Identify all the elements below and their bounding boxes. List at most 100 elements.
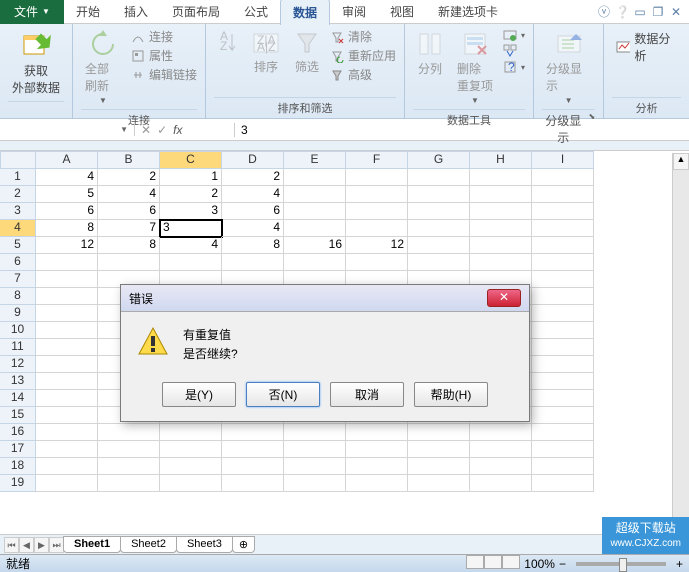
cell[interactable] bbox=[98, 424, 160, 441]
formula-input[interactable]: 3 bbox=[235, 121, 689, 139]
edit-links-item[interactable]: 编辑链接 bbox=[131, 66, 197, 83]
sheet-tab[interactable]: Sheet1 bbox=[63, 536, 121, 553]
cell[interactable] bbox=[36, 441, 98, 458]
cell[interactable] bbox=[470, 203, 532, 220]
cell[interactable] bbox=[408, 220, 470, 237]
cell[interactable] bbox=[470, 220, 532, 237]
get-external-data-button[interactable]: 获取 外部数据 bbox=[8, 28, 64, 98]
cell[interactable] bbox=[346, 254, 408, 271]
cell[interactable] bbox=[408, 475, 470, 492]
connections-item[interactable]: 连接 bbox=[131, 28, 197, 45]
column-header[interactable]: G bbox=[408, 151, 470, 169]
column-header[interactable]: E bbox=[284, 151, 346, 169]
cell[interactable] bbox=[408, 186, 470, 203]
cell[interactable] bbox=[346, 424, 408, 441]
zoom-slider[interactable] bbox=[576, 562, 666, 566]
sheet-tab[interactable]: Sheet3 bbox=[176, 536, 233, 553]
restore-icon[interactable]: ❐ bbox=[651, 5, 665, 19]
cell[interactable] bbox=[36, 339, 98, 356]
row-header[interactable]: 10 bbox=[0, 322, 36, 339]
cell[interactable] bbox=[346, 475, 408, 492]
cell[interactable] bbox=[532, 169, 594, 186]
cell[interactable] bbox=[36, 407, 98, 424]
cell[interactable] bbox=[470, 254, 532, 271]
cell[interactable] bbox=[532, 254, 594, 271]
cancel-icon[interactable]: ✕ bbox=[141, 123, 151, 137]
row-header[interactable]: 4 bbox=[0, 220, 36, 237]
cell[interactable]: 8 bbox=[36, 220, 98, 237]
no-button[interactable]: 否(N) bbox=[246, 382, 320, 407]
cell[interactable] bbox=[532, 390, 594, 407]
cell[interactable] bbox=[470, 475, 532, 492]
row-header[interactable]: 19 bbox=[0, 475, 36, 492]
cell[interactable] bbox=[532, 407, 594, 424]
zoom-in-button[interactable]: + bbox=[676, 557, 683, 571]
dialog-close-button[interactable]: ✕ bbox=[487, 289, 521, 307]
cell[interactable]: 16 bbox=[284, 237, 346, 254]
cell[interactable] bbox=[160, 424, 222, 441]
cell[interactable] bbox=[222, 475, 284, 492]
cell[interactable] bbox=[470, 441, 532, 458]
cell[interactable] bbox=[98, 254, 160, 271]
cell[interactable] bbox=[408, 203, 470, 220]
cell[interactable] bbox=[284, 254, 346, 271]
scroll-up-icon[interactable]: ▲ bbox=[673, 153, 689, 170]
cell[interactable] bbox=[160, 475, 222, 492]
cell[interactable] bbox=[346, 169, 408, 186]
row-header[interactable]: 2 bbox=[0, 186, 36, 203]
cell[interactable] bbox=[98, 475, 160, 492]
cell[interactable] bbox=[36, 288, 98, 305]
vertical-scrollbar[interactable]: ▲ bbox=[672, 153, 689, 534]
cell[interactable]: 2 bbox=[160, 186, 222, 203]
cell[interactable]: 8 bbox=[98, 237, 160, 254]
cell[interactable] bbox=[160, 441, 222, 458]
cell[interactable]: 12 bbox=[36, 237, 98, 254]
row-header[interactable]: 5 bbox=[0, 237, 36, 254]
cell[interactable] bbox=[222, 458, 284, 475]
cell[interactable] bbox=[532, 339, 594, 356]
cell[interactable] bbox=[470, 169, 532, 186]
ribbon-toggle-icon[interactable]: ⓥ bbox=[597, 3, 611, 20]
column-header[interactable]: B bbox=[98, 151, 160, 169]
cell[interactable] bbox=[36, 424, 98, 441]
cell[interactable] bbox=[408, 237, 470, 254]
cell[interactable] bbox=[532, 186, 594, 203]
cell[interactable] bbox=[36, 390, 98, 407]
cell[interactable] bbox=[532, 356, 594, 373]
accept-icon[interactable]: ✓ bbox=[157, 123, 167, 137]
cell[interactable]: 3 bbox=[160, 203, 222, 220]
tab-new[interactable]: 新建选项卡 bbox=[426, 0, 510, 24]
data-analysis-button[interactable]: 数据分析 bbox=[612, 28, 681, 66]
cell[interactable] bbox=[532, 220, 594, 237]
column-header[interactable]: C bbox=[160, 151, 222, 169]
cell[interactable] bbox=[284, 424, 346, 441]
cell[interactable]: 4 bbox=[98, 186, 160, 203]
column-header[interactable]: A bbox=[36, 151, 98, 169]
minimize-icon[interactable]: ▭ bbox=[633, 5, 647, 19]
chevron-down-icon[interactable]: ▼ bbox=[120, 125, 128, 134]
cell[interactable]: 4 bbox=[222, 186, 284, 203]
new-sheet-button[interactable]: ⊕ bbox=[232, 536, 255, 553]
cell[interactable]: 2 bbox=[98, 169, 160, 186]
sort-az-button[interactable]: AZ bbox=[214, 28, 242, 56]
row-header[interactable]: 8 bbox=[0, 288, 36, 305]
cell[interactable]: 5 bbox=[36, 186, 98, 203]
cell[interactable] bbox=[532, 288, 594, 305]
outline-button[interactable]: 分级显示▼ bbox=[542, 28, 595, 107]
row-header[interactable]: 11 bbox=[0, 339, 36, 356]
cell[interactable] bbox=[284, 220, 346, 237]
cell[interactable] bbox=[36, 475, 98, 492]
cell[interactable]: 1 bbox=[160, 169, 222, 186]
cell[interactable] bbox=[532, 441, 594, 458]
reapply-item[interactable]: 重新应用 bbox=[330, 47, 396, 64]
cell[interactable]: 4 bbox=[160, 237, 222, 254]
row-header[interactable]: 12 bbox=[0, 356, 36, 373]
cell[interactable]: 6 bbox=[98, 203, 160, 220]
help-icon[interactable]: ❔ bbox=[615, 5, 629, 19]
cell[interactable] bbox=[532, 458, 594, 475]
cell[interactable] bbox=[470, 237, 532, 254]
cell[interactable]: 3 bbox=[160, 220, 222, 237]
cell[interactable] bbox=[36, 271, 98, 288]
cell[interactable]: 12 bbox=[346, 237, 408, 254]
cell[interactable]: 8 bbox=[222, 237, 284, 254]
